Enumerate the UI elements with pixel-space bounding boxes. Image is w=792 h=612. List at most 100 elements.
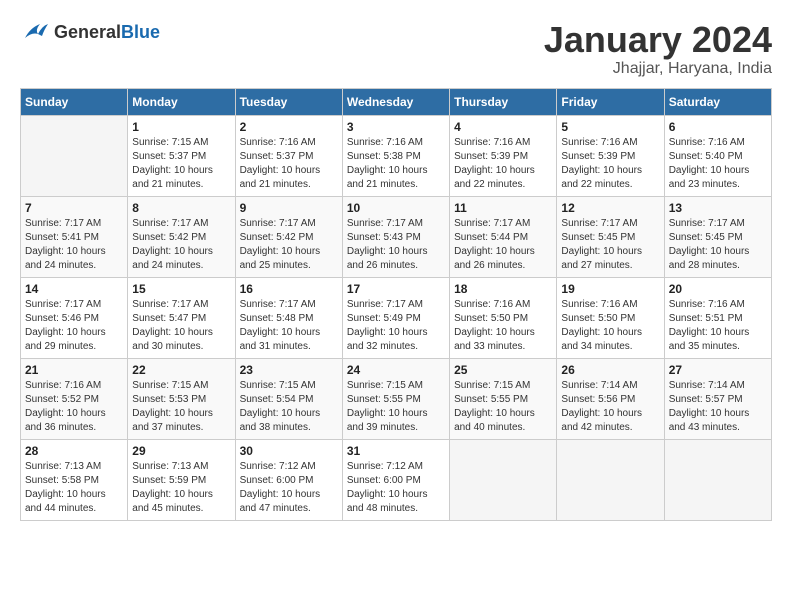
day-detail: Sunrise: 7:17 AMSunset: 5:49 PMDaylight:… [347, 298, 445, 354]
header-monday: Monday [128, 88, 235, 115]
table-cell [450, 439, 557, 520]
day-detail: Sunrise: 7:15 AMSunset: 5:55 PMDaylight:… [454, 379, 552, 435]
calendar-title: January 2024 [544, 20, 772, 60]
header-saturday: Saturday [664, 88, 771, 115]
day-number: 24 [347, 363, 445, 377]
day-detail: Sunrise: 7:17 AMSunset: 5:45 PMDaylight:… [669, 217, 767, 273]
week-row-1: 1 Sunrise: 7:15 AMSunset: 5:37 PMDayligh… [21, 115, 772, 196]
table-cell: 24 Sunrise: 7:15 AMSunset: 5:55 PMDaylig… [342, 358, 449, 439]
calendar-subtitle: Jhajjar, Haryana, India [544, 60, 772, 78]
week-row-4: 21 Sunrise: 7:16 AMSunset: 5:52 PMDaylig… [21, 358, 772, 439]
table-cell: 17 Sunrise: 7:17 AMSunset: 5:49 PMDaylig… [342, 277, 449, 358]
logo-blue: Blue [121, 22, 160, 42]
day-number: 30 [240, 444, 338, 458]
day-detail: Sunrise: 7:12 AMSunset: 6:00 PMDaylight:… [240, 460, 338, 516]
week-row-3: 14 Sunrise: 7:17 AMSunset: 5:46 PMDaylig… [21, 277, 772, 358]
logo: GeneralBlue [20, 20, 160, 44]
day-number: 7 [25, 201, 123, 215]
day-detail: Sunrise: 7:17 AMSunset: 5:43 PMDaylight:… [347, 217, 445, 273]
table-cell: 11 Sunrise: 7:17 AMSunset: 5:44 PMDaylig… [450, 196, 557, 277]
day-detail: Sunrise: 7:17 AMSunset: 5:42 PMDaylight:… [240, 217, 338, 273]
logo-general: General [54, 22, 121, 42]
table-cell: 30 Sunrise: 7:12 AMSunset: 6:00 PMDaylig… [235, 439, 342, 520]
table-cell: 6 Sunrise: 7:16 AMSunset: 5:40 PMDayligh… [664, 115, 771, 196]
day-number: 12 [561, 201, 659, 215]
day-number: 13 [669, 201, 767, 215]
table-cell [557, 439, 664, 520]
table-cell: 13 Sunrise: 7:17 AMSunset: 5:45 PMDaylig… [664, 196, 771, 277]
day-number: 16 [240, 282, 338, 296]
table-cell: 22 Sunrise: 7:15 AMSunset: 5:53 PMDaylig… [128, 358, 235, 439]
table-cell: 1 Sunrise: 7:15 AMSunset: 5:37 PMDayligh… [128, 115, 235, 196]
day-number: 23 [240, 363, 338, 377]
table-cell: 4 Sunrise: 7:16 AMSunset: 5:39 PMDayligh… [450, 115, 557, 196]
day-detail: Sunrise: 7:17 AMSunset: 5:46 PMDaylight:… [25, 298, 123, 354]
day-number: 11 [454, 201, 552, 215]
day-detail: Sunrise: 7:16 AMSunset: 5:39 PMDaylight:… [454, 136, 552, 192]
table-cell [664, 439, 771, 520]
day-detail: Sunrise: 7:16 AMSunset: 5:51 PMDaylight:… [669, 298, 767, 354]
day-detail: Sunrise: 7:15 AMSunset: 5:55 PMDaylight:… [347, 379, 445, 435]
table-cell: 7 Sunrise: 7:17 AMSunset: 5:41 PMDayligh… [21, 196, 128, 277]
day-detail: Sunrise: 7:17 AMSunset: 5:45 PMDaylight:… [561, 217, 659, 273]
day-number: 14 [25, 282, 123, 296]
day-detail: Sunrise: 7:15 AMSunset: 5:53 PMDaylight:… [132, 379, 230, 435]
table-cell: 27 Sunrise: 7:14 AMSunset: 5:57 PMDaylig… [664, 358, 771, 439]
day-detail: Sunrise: 7:16 AMSunset: 5:50 PMDaylight:… [454, 298, 552, 354]
table-cell: 14 Sunrise: 7:17 AMSunset: 5:46 PMDaylig… [21, 277, 128, 358]
header-thursday: Thursday [450, 88, 557, 115]
day-number: 17 [347, 282, 445, 296]
page-header: GeneralBlue January 2024 Jhajjar, Haryan… [20, 20, 772, 78]
table-cell: 18 Sunrise: 7:16 AMSunset: 5:50 PMDaylig… [450, 277, 557, 358]
table-cell: 26 Sunrise: 7:14 AMSunset: 5:56 PMDaylig… [557, 358, 664, 439]
table-cell: 9 Sunrise: 7:17 AMSunset: 5:42 PMDayligh… [235, 196, 342, 277]
day-detail: Sunrise: 7:12 AMSunset: 6:00 PMDaylight:… [347, 460, 445, 516]
table-cell: 3 Sunrise: 7:16 AMSunset: 5:38 PMDayligh… [342, 115, 449, 196]
day-number: 9 [240, 201, 338, 215]
week-row-2: 7 Sunrise: 7:17 AMSunset: 5:41 PMDayligh… [21, 196, 772, 277]
day-detail: Sunrise: 7:16 AMSunset: 5:39 PMDaylight:… [561, 136, 659, 192]
day-number: 1 [132, 120, 230, 134]
table-cell: 29 Sunrise: 7:13 AMSunset: 5:59 PMDaylig… [128, 439, 235, 520]
table-cell: 21 Sunrise: 7:16 AMSunset: 5:52 PMDaylig… [21, 358, 128, 439]
day-number: 22 [132, 363, 230, 377]
logo-icon [20, 20, 50, 44]
table-cell: 25 Sunrise: 7:15 AMSunset: 5:55 PMDaylig… [450, 358, 557, 439]
header-wednesday: Wednesday [342, 88, 449, 115]
table-cell: 20 Sunrise: 7:16 AMSunset: 5:51 PMDaylig… [664, 277, 771, 358]
day-detail: Sunrise: 7:15 AMSunset: 5:54 PMDaylight:… [240, 379, 338, 435]
day-number: 2 [240, 120, 338, 134]
day-number: 3 [347, 120, 445, 134]
header-tuesday: Tuesday [235, 88, 342, 115]
day-number: 27 [669, 363, 767, 377]
table-cell: 12 Sunrise: 7:17 AMSunset: 5:45 PMDaylig… [557, 196, 664, 277]
header-row: SundayMondayTuesdayWednesdayThursdayFrid… [21, 88, 772, 115]
day-detail: Sunrise: 7:13 AMSunset: 5:59 PMDaylight:… [132, 460, 230, 516]
day-number: 29 [132, 444, 230, 458]
day-detail: Sunrise: 7:17 AMSunset: 5:41 PMDaylight:… [25, 217, 123, 273]
table-cell: 16 Sunrise: 7:17 AMSunset: 5:48 PMDaylig… [235, 277, 342, 358]
day-number: 26 [561, 363, 659, 377]
logo-text: GeneralBlue [54, 22, 160, 43]
day-detail: Sunrise: 7:14 AMSunset: 5:56 PMDaylight:… [561, 379, 659, 435]
table-cell: 5 Sunrise: 7:16 AMSunset: 5:39 PMDayligh… [557, 115, 664, 196]
day-detail: Sunrise: 7:16 AMSunset: 5:50 PMDaylight:… [561, 298, 659, 354]
table-cell: 31 Sunrise: 7:12 AMSunset: 6:00 PMDaylig… [342, 439, 449, 520]
table-cell: 15 Sunrise: 7:17 AMSunset: 5:47 PMDaylig… [128, 277, 235, 358]
day-detail: Sunrise: 7:17 AMSunset: 5:42 PMDaylight:… [132, 217, 230, 273]
day-detail: Sunrise: 7:14 AMSunset: 5:57 PMDaylight:… [669, 379, 767, 435]
week-row-5: 28 Sunrise: 7:13 AMSunset: 5:58 PMDaylig… [21, 439, 772, 520]
table-cell: 8 Sunrise: 7:17 AMSunset: 5:42 PMDayligh… [128, 196, 235, 277]
table-cell: 2 Sunrise: 7:16 AMSunset: 5:37 PMDayligh… [235, 115, 342, 196]
day-detail: Sunrise: 7:16 AMSunset: 5:52 PMDaylight:… [25, 379, 123, 435]
day-detail: Sunrise: 7:16 AMSunset: 5:38 PMDaylight:… [347, 136, 445, 192]
table-cell: 23 Sunrise: 7:15 AMSunset: 5:54 PMDaylig… [235, 358, 342, 439]
day-detail: Sunrise: 7:16 AMSunset: 5:37 PMDaylight:… [240, 136, 338, 192]
header-friday: Friday [557, 88, 664, 115]
day-number: 20 [669, 282, 767, 296]
day-number: 31 [347, 444, 445, 458]
day-detail: Sunrise: 7:16 AMSunset: 5:40 PMDaylight:… [669, 136, 767, 192]
day-detail: Sunrise: 7:13 AMSunset: 5:58 PMDaylight:… [25, 460, 123, 516]
day-detail: Sunrise: 7:17 AMSunset: 5:44 PMDaylight:… [454, 217, 552, 273]
day-number: 21 [25, 363, 123, 377]
